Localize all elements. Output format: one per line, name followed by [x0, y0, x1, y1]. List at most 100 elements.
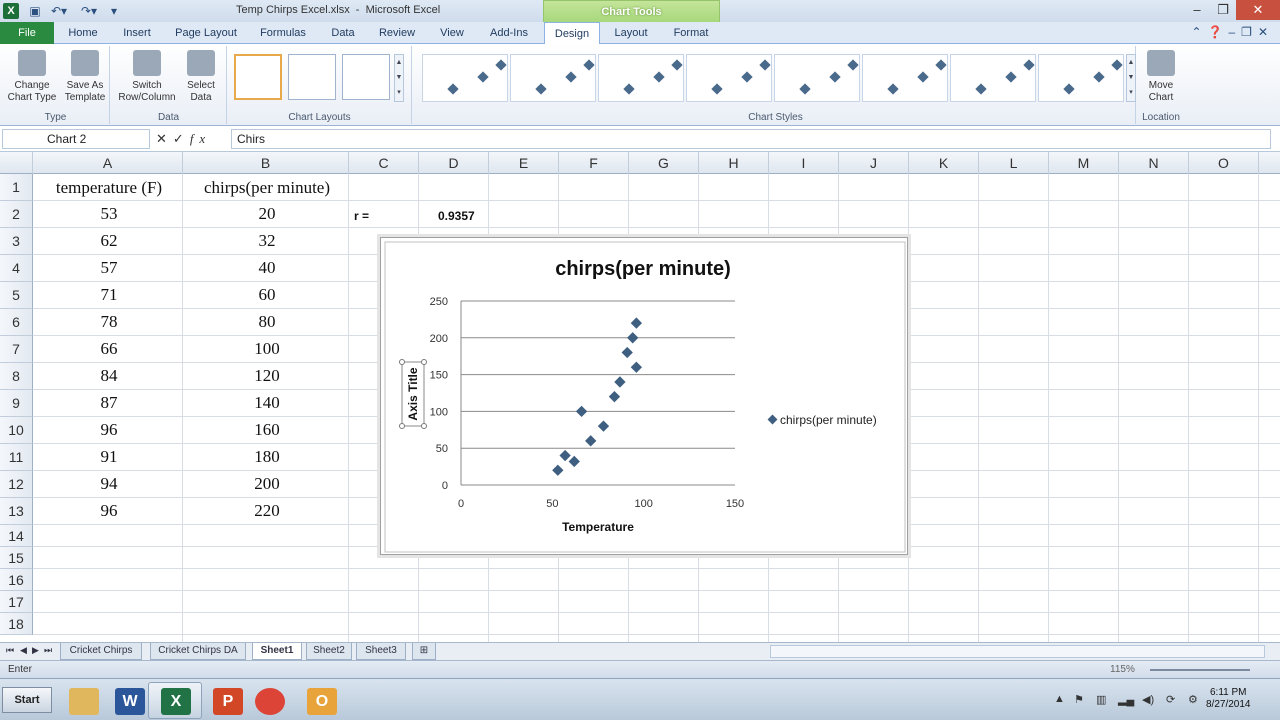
cell-b8[interactable]: 120: [184, 366, 350, 386]
cell-a12[interactable]: 94: [34, 474, 184, 494]
cell-a13[interactable]: 96: [34, 501, 184, 521]
sheet-tab-cricket-chirps[interactable]: Cricket Chirps: [60, 643, 142, 660]
cell-b10[interactable]: 160: [184, 420, 350, 440]
column-header-d[interactable]: D: [419, 152, 489, 174]
row-header-2[interactable]: 2: [0, 201, 33, 228]
row-header-16[interactable]: 16: [0, 569, 33, 591]
column-header-j[interactable]: J: [839, 152, 909, 174]
x-axis-title[interactable]: Temperature: [562, 520, 634, 534]
tab-home[interactable]: Home: [62, 22, 104, 44]
row-header-1[interactable]: 1: [0, 174, 33, 201]
row-header-11[interactable]: 11: [0, 444, 33, 471]
redo-icon[interactable]: ↷▾: [78, 3, 100, 19]
column-header-e[interactable]: E: [489, 152, 559, 174]
start-button[interactable]: Start: [2, 687, 52, 713]
volume-icon[interactable]: ◀): [1142, 693, 1154, 706]
row-header-17[interactable]: 17: [0, 591, 33, 613]
sheet-tab-cricket-chirps-da[interactable]: Cricket Chirps DA: [150, 643, 246, 660]
column-header-c[interactable]: C: [349, 152, 419, 174]
tab-view[interactable]: View: [430, 22, 474, 44]
sheet-tab-sheet2[interactable]: Sheet2: [306, 643, 352, 660]
column-header-h[interactable]: H: [699, 152, 769, 174]
column-header-o[interactable]: O: [1189, 152, 1259, 174]
y-axis-title[interactable]: Axis Title: [406, 367, 420, 420]
undo-icon[interactable]: ↶▾: [48, 3, 70, 19]
tab-insert[interactable]: Insert: [114, 22, 160, 44]
chart-style-3[interactable]: [598, 54, 684, 102]
column-header-m[interactable]: M: [1049, 152, 1119, 174]
restore-button[interactable]: ❐: [1210, 0, 1236, 20]
cell-a8[interactable]: 84: [34, 366, 184, 386]
insert-sheet-icon[interactable]: ⊞: [412, 643, 436, 660]
row-header-8[interactable]: 8: [0, 363, 33, 390]
save-icon[interactable]: ▣: [28, 3, 42, 19]
save-as-template-button[interactable]: Save As Template: [60, 50, 110, 104]
cell-a4[interactable]: 57: [34, 258, 184, 278]
sheet-tab-sheet3[interactable]: Sheet3: [356, 643, 406, 660]
close-button[interactable]: ✕: [1236, 0, 1280, 20]
row-header-14[interactable]: 14: [0, 525, 33, 547]
tab-page-layout[interactable]: Page Layout: [170, 22, 242, 44]
ribbon-window-icons[interactable]: ⌃❓–❐✕: [1192, 25, 1274, 39]
minimize-button[interactable]: –: [1184, 0, 1210, 20]
first-sheet-icon[interactable]: ⏮: [6, 645, 14, 656]
change-chart-type-button[interactable]: Change Chart Type: [6, 50, 58, 104]
cell-a3[interactable]: 62: [34, 231, 184, 251]
tab-review[interactable]: Review: [372, 22, 422, 44]
cell-b3[interactable]: 32: [184, 231, 350, 251]
row-header-7[interactable]: 7: [0, 336, 33, 363]
row-header-12[interactable]: 12: [0, 471, 33, 498]
cell-a2[interactable]: 53: [34, 204, 184, 224]
row-header-18[interactable]: 18: [0, 613, 33, 635]
row-header-9[interactable]: 9: [0, 390, 33, 417]
cell-b4[interactable]: 40: [184, 258, 350, 278]
cell-b1[interactable]: chirps(per minute): [184, 178, 350, 198]
column-header-k[interactable]: K: [909, 152, 979, 174]
cell-b7[interactable]: 100: [184, 339, 350, 359]
taskbar-outlook[interactable]: O: [294, 682, 348, 719]
horizontal-scrollbar[interactable]: [770, 645, 1265, 658]
select-data-button[interactable]: Select Data: [181, 50, 221, 104]
move-chart-button[interactable]: Move Chart: [1140, 50, 1182, 104]
insert-function-icon[interactable]: fx: [190, 131, 211, 146]
row-header-15[interactable]: 15: [0, 547, 33, 569]
chart-style-8[interactable]: [1038, 54, 1124, 102]
chart-title[interactable]: chirps(per minute): [555, 258, 731, 280]
flag-icon[interactable]: ⚑: [1074, 693, 1084, 706]
row-header-5[interactable]: 5: [0, 282, 33, 309]
network-icon[interactable]: ▥: [1096, 693, 1106, 706]
legend-label[interactable]: chirps(per minute): [780, 413, 877, 427]
switch-row-column-button[interactable]: Switch Row/Column: [115, 50, 179, 104]
cell-a5[interactable]: 71: [34, 285, 184, 305]
column-header-n[interactable]: N: [1119, 152, 1189, 174]
cell-b6[interactable]: 80: [184, 312, 350, 332]
column-header-f[interactable]: F: [559, 152, 629, 174]
sheet-tab-sheet1[interactable]: Sheet1: [252, 643, 302, 660]
cell-c2[interactable]: r =: [354, 209, 369, 223]
tab-layout[interactable]: Layout: [606, 22, 656, 44]
chart-layout-2[interactable]: [288, 54, 336, 100]
scatter-chart[interactable]: chirps(per minute) 0 50 100 150 200 250 0 50 100 1…: [380, 237, 908, 555]
formula-input[interactable]: Chirs: [231, 129, 1271, 149]
column-header-g[interactable]: G: [629, 152, 699, 174]
enter-icon[interactable]: ✓: [173, 131, 190, 146]
cell-a7[interactable]: 66: [34, 339, 184, 359]
name-box[interactable]: Chart 2: [2, 129, 150, 149]
last-sheet-icon[interactable]: ⏭: [44, 645, 52, 656]
chart-layouts-more-button[interactable]: ▲ ▼ ▾: [394, 54, 404, 102]
signal-icon[interactable]: ▂▄: [1118, 693, 1134, 706]
next-sheet-icon[interactable]: ▶: [32, 645, 39, 656]
cell-d2[interactable]: 0.9357: [438, 209, 475, 223]
cell-b9[interactable]: 140: [184, 393, 350, 413]
cell-a9[interactable]: 87: [34, 393, 184, 413]
cell-b2[interactable]: 20: [184, 204, 350, 224]
zoom-level[interactable]: 115%: [1110, 664, 1135, 675]
chart-layout-1[interactable]: [234, 54, 282, 100]
cell-b5[interactable]: 60: [184, 285, 350, 305]
cancel-icon[interactable]: ✕: [156, 131, 173, 146]
chart-style-2[interactable]: [510, 54, 596, 102]
cell-b11[interactable]: 180: [184, 447, 350, 467]
column-header-l[interactable]: L: [979, 152, 1049, 174]
sync-icon[interactable]: ⟳: [1166, 693, 1175, 706]
chart-style-4[interactable]: [686, 54, 772, 102]
